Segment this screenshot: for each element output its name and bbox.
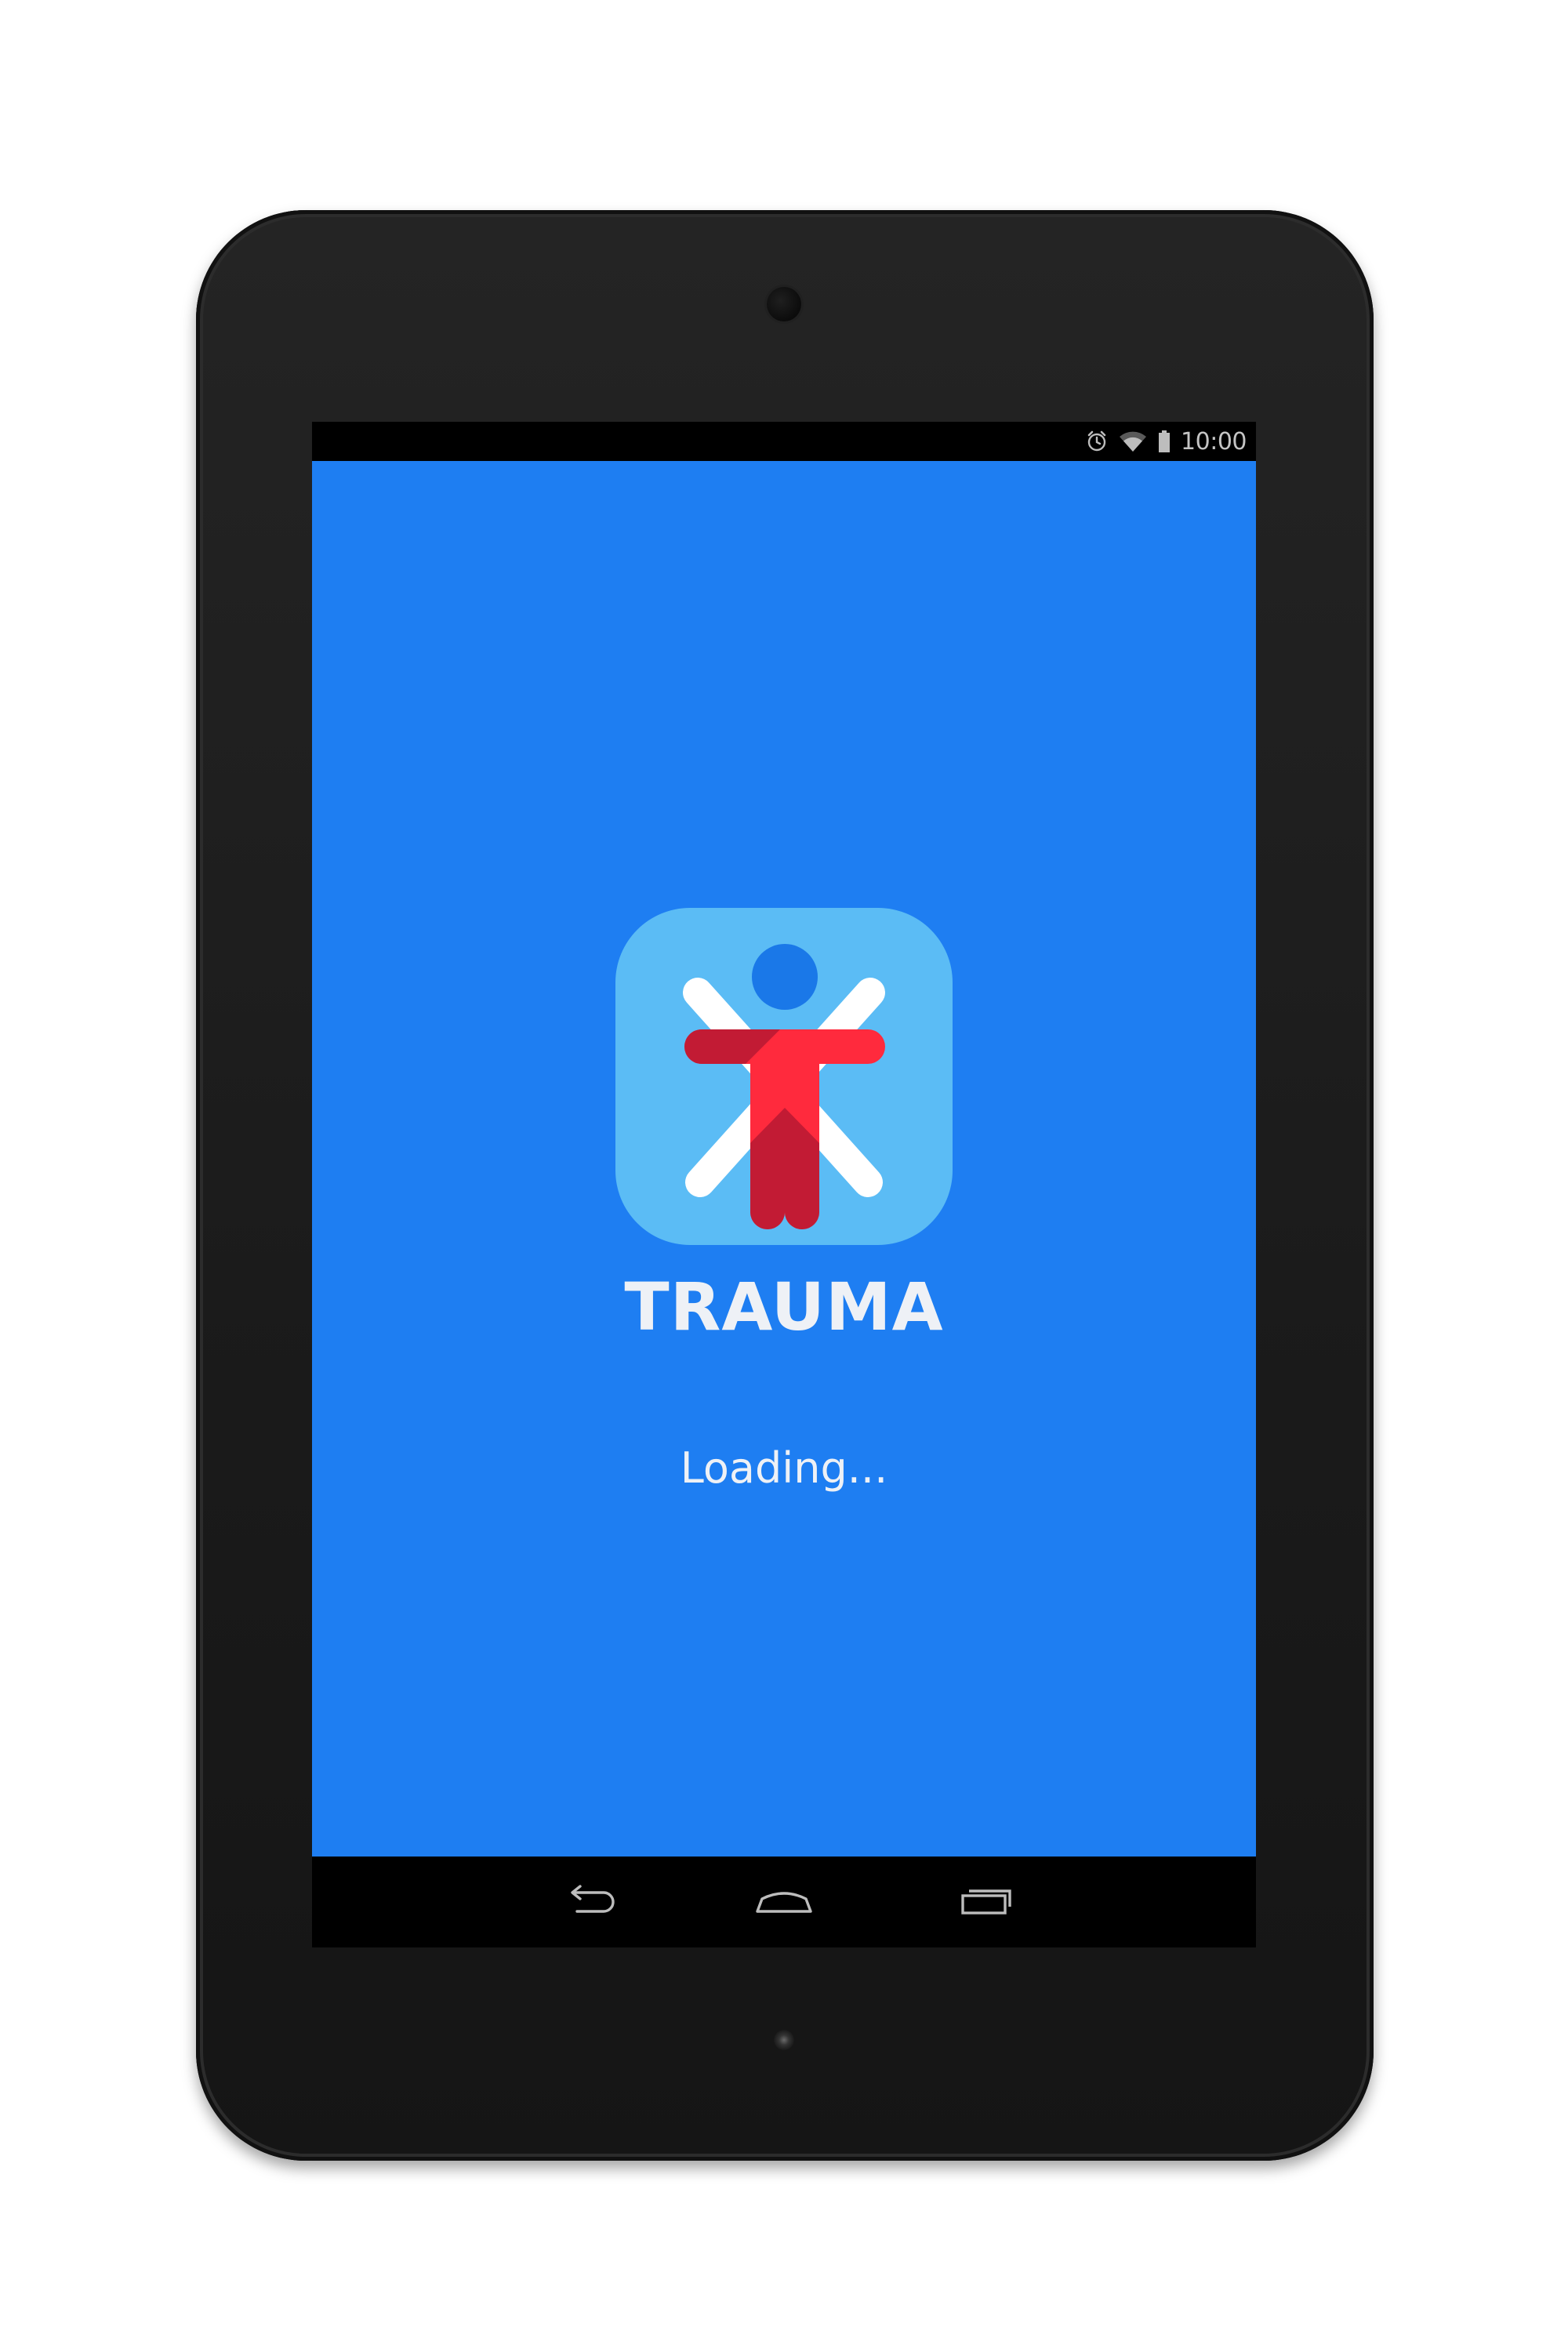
recents-button[interactable]	[939, 1871, 1033, 1933]
trauma-logo-icon	[615, 908, 953, 1245]
back-icon	[563, 1885, 618, 1919]
tablet-device: 10:00 TRAUMA Loading...	[196, 210, 1374, 2161]
recents-icon	[958, 1885, 1014, 1919]
wifi-icon	[1118, 430, 1148, 453]
front-camera	[767, 287, 801, 321]
app-title: TRAUMA	[624, 1269, 944, 1345]
tablet-screen: 10:00 TRAUMA Loading...	[312, 422, 1256, 1947]
back-button[interactable]	[543, 1871, 637, 1933]
light-sensor	[774, 2030, 794, 2050]
home-icon	[754, 1885, 814, 1919]
status-bar: 10:00	[312, 422, 1256, 461]
loading-text: Loading...	[680, 1443, 888, 1493]
status-time: 10:00	[1181, 427, 1247, 456]
page-canvas: 10:00 TRAUMA Loading...	[0, 0, 1568, 2352]
alarm-icon	[1085, 430, 1109, 453]
home-button[interactable]	[737, 1871, 831, 1933]
splash-screen: TRAUMA Loading...	[312, 461, 1256, 1857]
battery-icon	[1157, 430, 1171, 453]
navigation-bar	[312, 1857, 1256, 1947]
